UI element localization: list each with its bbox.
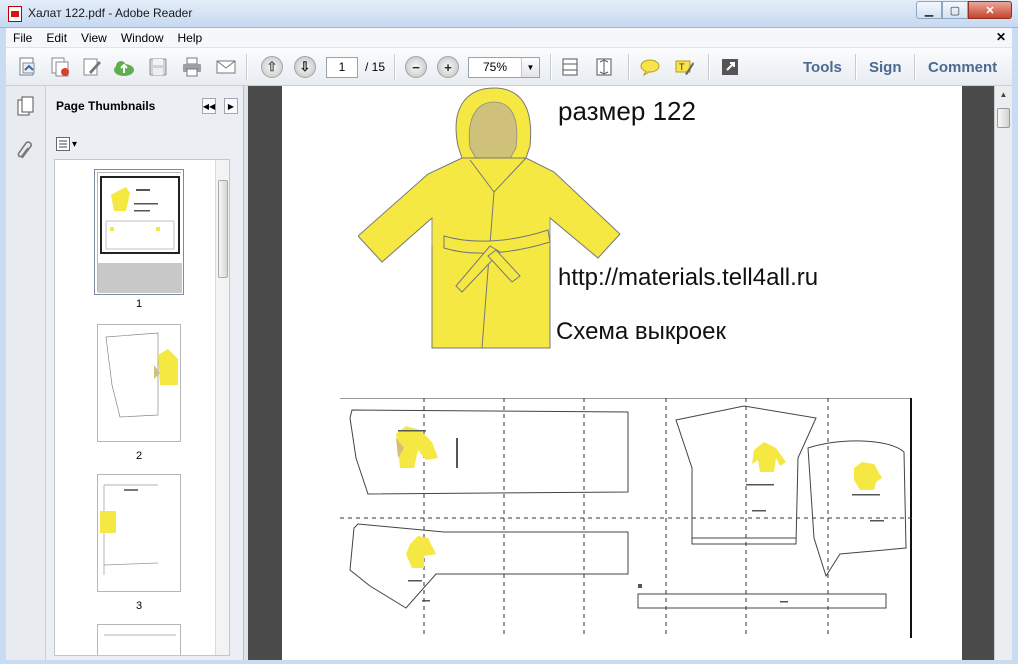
size-title: размер 122 (558, 96, 696, 126)
site-url-link[interactable]: http://materials.tell4all.ru (558, 264, 818, 292)
expand-panel-button[interactable]: ▶ (224, 98, 238, 114)
menu-window[interactable]: Window (114, 31, 171, 45)
navigation-strip (6, 86, 46, 660)
collapse-panel-button[interactable]: ◀◀ (202, 98, 216, 114)
zoom-select[interactable]: 75% ▼ (468, 57, 540, 78)
document-scrollbar-thumb[interactable] (997, 108, 1010, 128)
thumbnail-scrollbar[interactable] (215, 160, 229, 655)
attachments-icon[interactable] (15, 140, 37, 162)
pattern-layout-diagram (340, 398, 912, 638)
thumbnail-page-2[interactable] (97, 324, 181, 442)
minimize-button[interactable]: ▁ (916, 1, 942, 19)
scheme-title: Схема выкроек (556, 318, 726, 345)
prev-page-icon[interactable]: ⇧ (260, 55, 284, 79)
thumbnail-page-4[interactable] (97, 624, 181, 655)
menu-view[interactable]: View (74, 31, 114, 45)
thumbnail-scrollbar-thumb[interactable] (218, 180, 228, 278)
thumbnail-label-1: 1 (135, 298, 143, 310)
menu-help[interactable]: Help (171, 31, 210, 45)
zoom-out-icon[interactable]: − (404, 55, 428, 79)
zoom-in-icon[interactable]: + (436, 55, 460, 79)
scroll-mode-icon[interactable] (592, 55, 616, 79)
highlight-icon[interactable]: T (672, 55, 696, 79)
thumbnails-panel: Page Thumbnails ◀◀ ▶ ▾ 1 2 3 (46, 86, 244, 660)
scroll-up-icon[interactable]: ▲ (996, 87, 1011, 102)
edit-icon[interactable] (80, 55, 104, 79)
fullscreen-icon[interactable] (718, 55, 742, 79)
window-title: Халат 122.pdf - Adobe Reader (28, 6, 193, 20)
window-bottom-border (0, 660, 1018, 664)
pdf-file-icon (8, 6, 22, 22)
window-titlebar: Халат 122.pdf - Adobe Reader ▁ ▢ ✕ (0, 0, 1018, 28)
create-pdf-icon[interactable] (16, 55, 40, 79)
print-icon[interactable] (180, 55, 204, 79)
window-controls: ▁ ▢ ✕ (916, 1, 1012, 19)
cloud-upload-icon[interactable] (112, 55, 136, 79)
zoom-value: 75% (482, 60, 508, 74)
menu-file[interactable]: File (6, 31, 39, 45)
document-view: размер 122 http://materials.tell4all.ru … (248, 86, 994, 660)
thumbnail-label-3: 3 (135, 600, 143, 612)
combine-icon[interactable] (48, 55, 72, 79)
document-scrollbar[interactable]: ▲ (994, 86, 1012, 660)
pdf-page: размер 122 http://materials.tell4all.ru … (282, 86, 962, 660)
thumbnail-label-2: 2 (135, 450, 143, 462)
menu-edit[interactable]: Edit (39, 31, 74, 45)
page-total: / 15 (365, 60, 386, 74)
comment-pane-button[interactable]: Comment (928, 59, 997, 76)
svg-text:T: T (679, 62, 685, 72)
toolbar: ⇧ ⇩ 1 / 15 − + 75% ▼ T Tools Sign Commen… (6, 48, 1012, 86)
page-number-input[interactable]: 1 (326, 57, 358, 78)
chevron-down-icon: ▾ (72, 138, 78, 150)
close-document-button[interactable]: ✕ (996, 30, 1006, 44)
options-list-icon (56, 137, 70, 151)
thumbnail-list: 1 2 3 (54, 159, 230, 656)
sign-pane-button[interactable]: Sign (869, 59, 902, 76)
save-icon[interactable] (146, 55, 170, 79)
chevron-down-icon[interactable]: ▼ (521, 58, 539, 77)
thumbnail-page-1[interactable] (94, 169, 184, 295)
page-thumbnails-icon[interactable] (15, 96, 37, 118)
email-icon[interactable] (214, 55, 238, 79)
maximize-button[interactable]: ▢ (942, 1, 968, 19)
thumbnail-page-3[interactable] (97, 474, 181, 592)
fit-page-icon[interactable] (558, 55, 582, 79)
comment-note-icon[interactable] (638, 55, 662, 79)
thumbnail-options-button[interactable]: ▾ (56, 135, 84, 153)
menu-bar: File Edit View Window Help ✕ (6, 28, 1012, 48)
panel-title: Page Thumbnails (56, 99, 156, 113)
tools-pane-button[interactable]: Tools (803, 59, 842, 76)
close-window-button[interactable]: ✕ (968, 1, 1012, 19)
next-page-icon[interactable]: ⇩ (293, 55, 317, 79)
